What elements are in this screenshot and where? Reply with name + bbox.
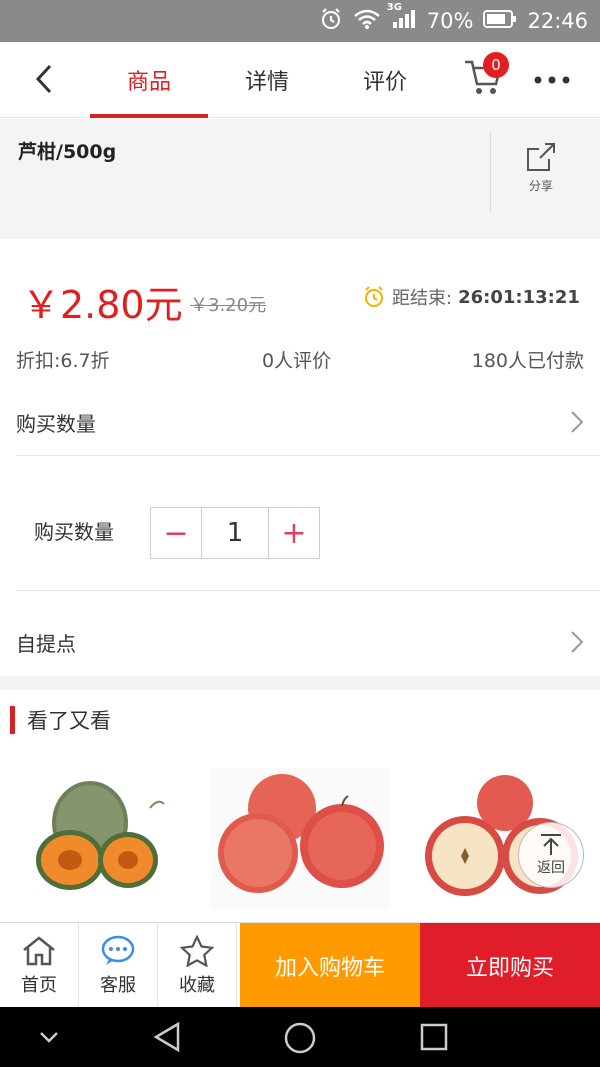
original-price: ￥3.20元 [190, 295, 267, 316]
product-image-apples[interactable] [210, 768, 390, 910]
alarm-clock-icon [365, 286, 383, 307]
divider [16, 455, 600, 456]
quantity-stepper: − 1 + [150, 507, 320, 559]
star-icon [180, 934, 214, 967]
section-gap [0, 676, 600, 690]
recommend-title: 看了又看 [27, 709, 111, 733]
more-dots-icon [534, 76, 570, 84]
battery-icon [483, 9, 517, 34]
increase-button[interactable]: + [269, 508, 319, 558]
favorite-button[interactable]: 收藏 [158, 923, 237, 1008]
discount-text: 折扣:6.7折 [16, 350, 110, 372]
share-label: 分享 [528, 179, 553, 193]
divider [490, 131, 491, 213]
buy-now-button[interactable]: 立即购买 [420, 923, 600, 1008]
countdown: 距结束: 26:01:13:21 [362, 284, 580, 310]
countdown-label: 距结束: [392, 288, 453, 309]
signal-icon: 3G [387, 2, 417, 35]
alarm-icon [319, 7, 343, 36]
chevron-right-icon [571, 411, 584, 433]
status-icons: 3G 70% 22:46 [319, 0, 588, 42]
share-button[interactable]: 分享 [505, 141, 577, 201]
tab-details[interactable]: 详情 [208, 42, 326, 118]
quantity-label: 购买数量 [34, 520, 114, 544]
current-price: ￥2.80元 [22, 283, 183, 327]
nav-home-icon[interactable] [283, 1021, 317, 1055]
back-button[interactable] [22, 54, 66, 104]
more-button[interactable] [530, 60, 574, 100]
quantity-row[interactable]: 购买数量 [16, 388, 600, 456]
wifi-icon [353, 8, 381, 35]
chevron-left-icon [35, 64, 52, 94]
quantity-row-label: 购买数量 [16, 411, 96, 436]
home-button[interactable]: 首页 [0, 923, 79, 1008]
decrease-button[interactable]: − [151, 508, 201, 558]
review-count[interactable]: 0人评价 [262, 346, 331, 373]
quantity-value[interactable]: 1 [201, 508, 269, 558]
chat-bubble-icon [101, 935, 135, 965]
recommend-header: 看了又看 [10, 704, 111, 736]
favorite-label: 收藏 [179, 974, 215, 996]
nav-recents-icon[interactable] [420, 1023, 448, 1051]
product-title-block: 芦柑/500g 分享 [0, 119, 600, 239]
paid-count: 180人已付款 [471, 350, 584, 372]
product-image-melon[interactable] [30, 768, 180, 910]
customer-service-label: 客服 [100, 974, 136, 996]
nav-back-icon[interactable] [152, 1021, 182, 1053]
hide-keyboard-icon[interactable] [38, 1027, 60, 1047]
section-marker [10, 706, 15, 734]
chevron-right-icon [571, 631, 584, 653]
pickup-point-row[interactable]: 自提点 [16, 608, 600, 676]
tab-reviews[interactable]: 评价 [326, 42, 444, 118]
share-icon [527, 143, 555, 171]
battery-percent: 70% [426, 9, 474, 33]
product-title: 芦柑/500g [18, 141, 117, 163]
status-bar: 3G 70% 22:46 [0, 0, 600, 42]
clock: 22:46 [527, 9, 588, 33]
active-tab-indicator [90, 114, 208, 118]
bottom-action-bar: 首页 客服 收藏 加入购物车 立即购买 [0, 922, 600, 1008]
home-label: 首页 [21, 974, 57, 996]
system-navigation-bar [0, 1007, 600, 1067]
network-type: 3G [386, 1, 402, 13]
cart-count-badge: 0 [483, 52, 509, 78]
back-to-top-label: 返回 [537, 860, 565, 876]
pickup-point-label: 自提点 [16, 631, 76, 656]
countdown-time: 26:01:13:21 [458, 286, 580, 308]
back-to-top-button[interactable]: 返回 [518, 822, 584, 888]
home-icon [23, 935, 55, 965]
tab-goods[interactable]: 商品 [90, 42, 208, 118]
customer-service-button[interactable]: 客服 [79, 923, 158, 1008]
add-to-cart-button[interactable]: 加入购物车 [240, 923, 420, 1008]
top-navbar: 商品 详情 评价 0 [0, 42, 600, 118]
arrow-up-icon [541, 834, 561, 855]
product-stats: 折扣:6.7折 0人评价 180人已付款 [0, 346, 600, 378]
divider [16, 590, 600, 591]
